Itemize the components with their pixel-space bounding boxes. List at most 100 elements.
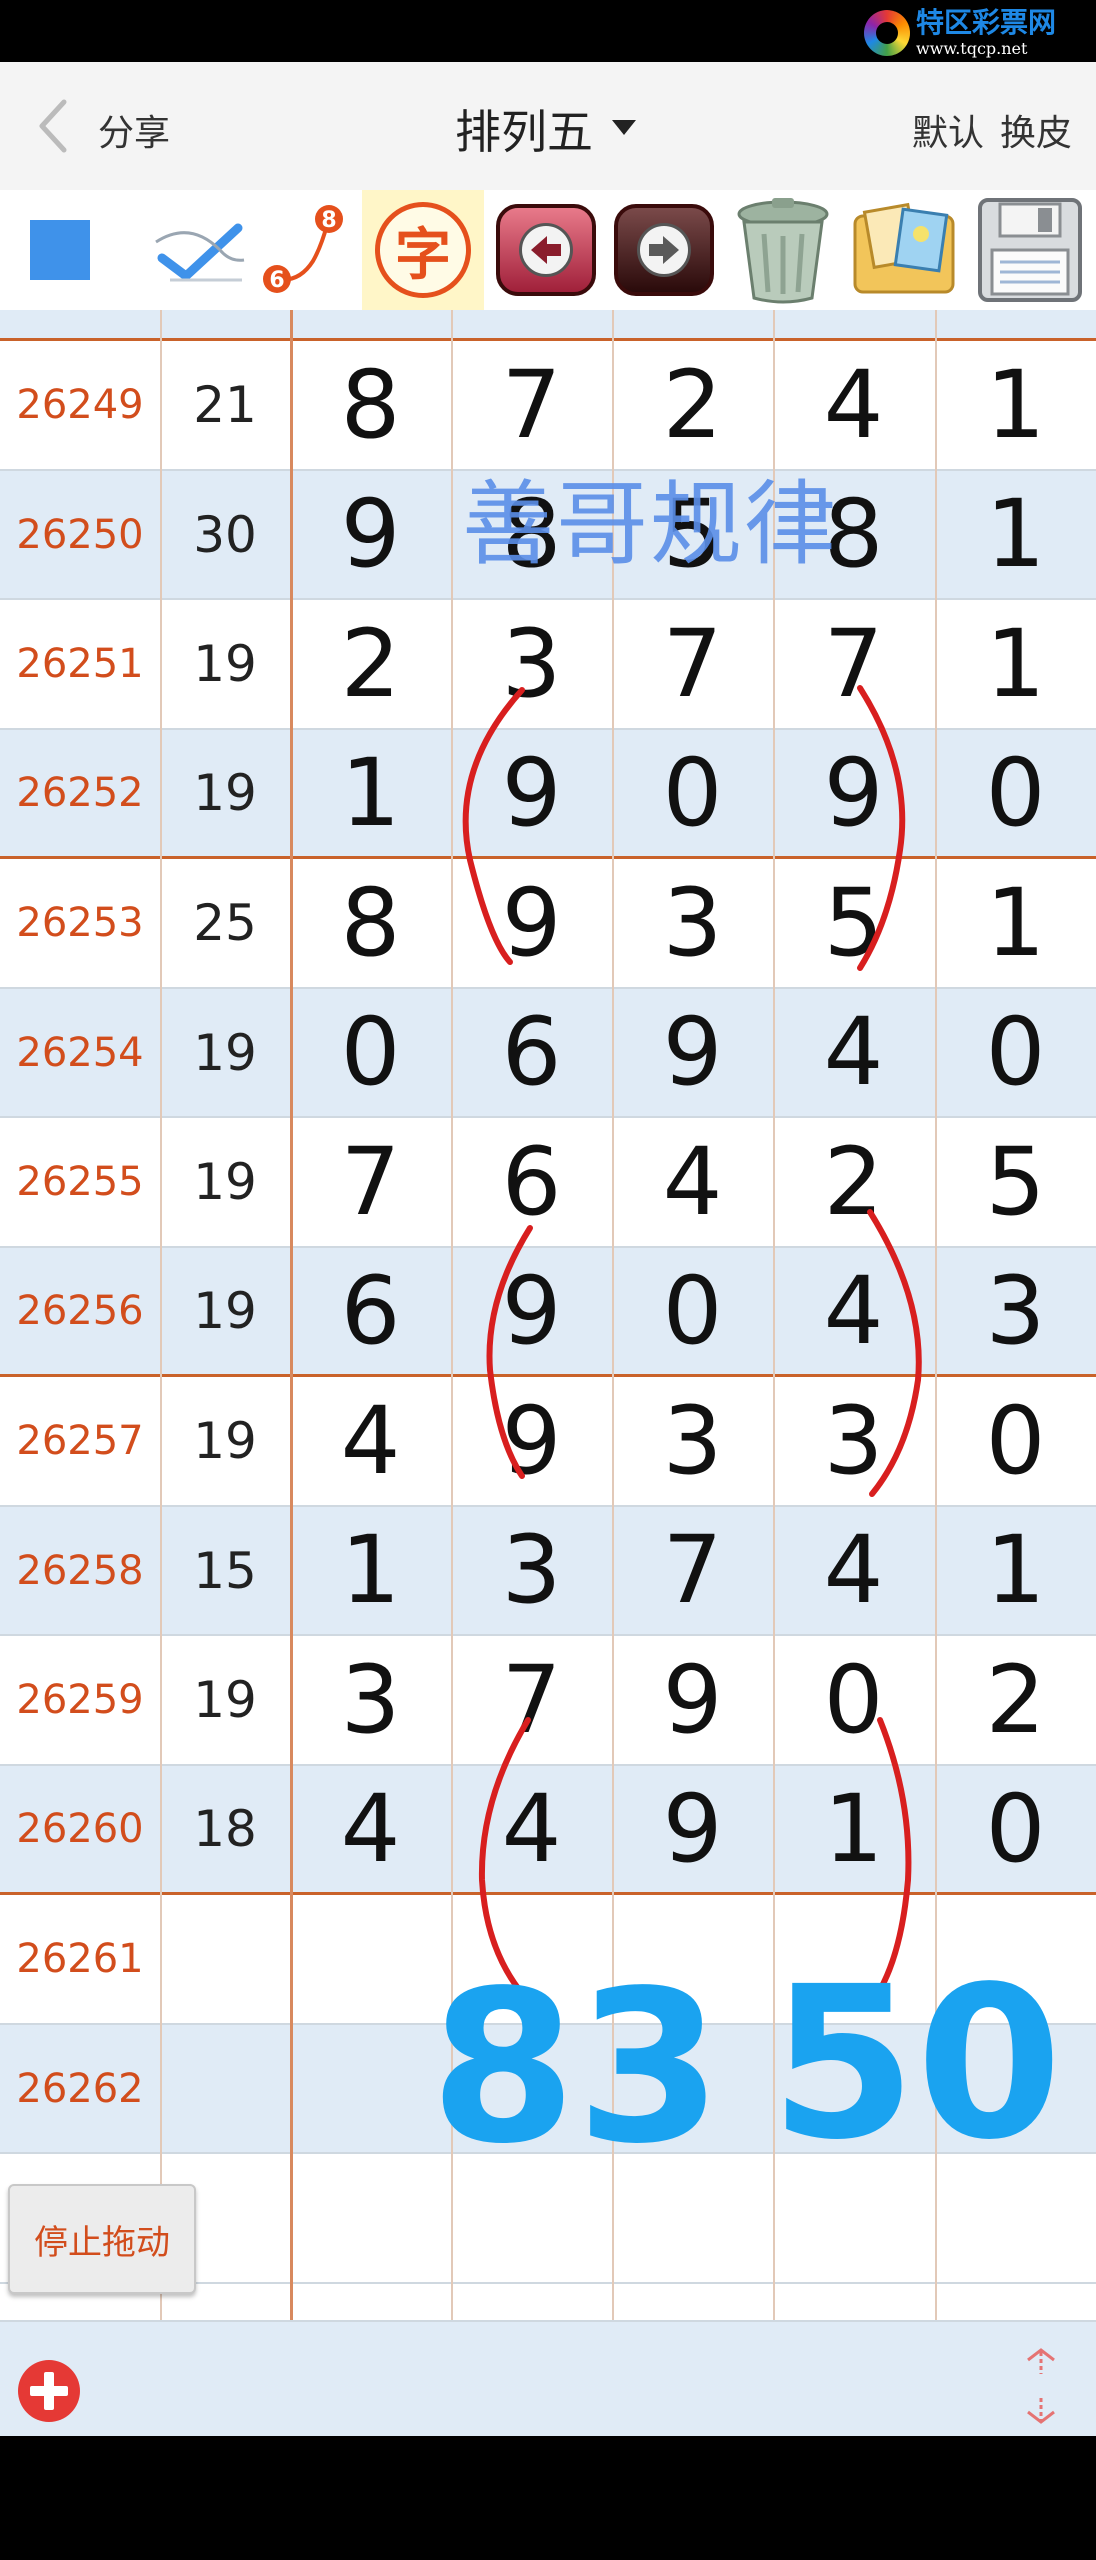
stop-drag-button[interactable]: 停止拖动: [8, 2184, 196, 2294]
text-tool[interactable]: 字: [362, 190, 484, 310]
digit-cell-5[interactable]: 3: [935, 1248, 1096, 1374]
table-row[interactable]: 26253 25 8 9 3 5 1: [0, 860, 1096, 989]
table-row[interactable]: 26258 15 1 3 7 4 1: [0, 1507, 1096, 1636]
digit-cell-3[interactable]: 0: [612, 1248, 773, 1374]
digit-cell-1[interactable]: 6: [290, 1248, 451, 1374]
curve-tool[interactable]: 6 8: [250, 190, 360, 310]
digit-cell-1[interactable]: 1: [290, 1507, 451, 1634]
digit-cell-4[interactable]: 4: [773, 989, 934, 1116]
redo-button[interactable]: [610, 190, 718, 310]
digit-cell-2[interactable]: 6: [451, 989, 612, 1116]
digit-cell-3[interactable]: 3: [612, 860, 773, 987]
digit-cell-3[interactable]: 4: [612, 1119, 773, 1246]
digit-cell-4[interactable]: 8: [773, 471, 934, 598]
lottery-history-grid[interactable]: 2624811126222624921872412625030985812625…: [0, 310, 1096, 2320]
digit-cell-2[interactable]: 7: [451, 1637, 612, 1764]
digit-cell-4[interactable]: 4: [773, 1248, 934, 1374]
digit-cell-4[interactable]: [773, 2155, 934, 2282]
table-row[interactable]: 26259 19 3 7 9 0 2: [0, 1637, 1096, 1766]
digit-cell-1[interactable]: 8: [290, 860, 451, 987]
digit-cell-3[interactable]: 9: [612, 1766, 773, 1892]
table-row[interactable]: 26254 19 0 6 9 4 0: [0, 989, 1096, 1118]
title-dropdown-caret-icon[interactable]: [612, 120, 636, 135]
digit-cell-1[interactable]: 1: [290, 730, 451, 856]
photos-button[interactable]: [846, 190, 962, 310]
table-row[interactable]: 26251 19 2 3 7 7 1: [0, 601, 1096, 730]
digit-cell-2[interactable]: 2: [451, 310, 612, 338]
digit-cell-4[interactable]: 2: [773, 310, 934, 338]
default-button[interactable]: 默认: [912, 104, 984, 156]
table-row[interactable]: 26257 19 4 9 3 3 0: [0, 1378, 1096, 1507]
share-button[interactable]: 分享: [98, 104, 170, 156]
digit-cell-3[interactable]: 6: [612, 310, 773, 338]
table-row[interactable]: 262481112622: [0, 310, 1096, 341]
digit-cell-4[interactable]: 2: [773, 1119, 934, 1246]
color-square-tool[interactable]: [0, 190, 120, 310]
digit-cell-3[interactable]: [612, 2155, 773, 2282]
digit-cell-2[interactable]: 3: [451, 1507, 612, 1634]
digit-cell-2[interactable]: [451, 2025, 612, 2152]
digit-cell-5[interactable]: 1: [935, 471, 1096, 598]
digit-cell-2[interactable]: 4: [451, 1766, 612, 1892]
digit-cell-4[interactable]: 0: [773, 1637, 934, 1764]
table-row[interactable]: 26252 19 1 9 0 9 0: [0, 730, 1096, 859]
digit-cell-1[interactable]: 7: [290, 1119, 451, 1246]
digit-cell-1[interactable]: [290, 2025, 451, 2152]
digit-cell-3[interactable]: 3: [612, 1378, 773, 1505]
digit-cell-5[interactable]: 1: [935, 860, 1096, 987]
digit-cell-5[interactable]: [935, 1896, 1096, 2023]
digit-cell-5[interactable]: 2: [935, 310, 1096, 338]
trash-button[interactable]: [725, 190, 841, 310]
digit-cell-4[interactable]: 5: [773, 860, 934, 987]
digit-cell-1[interactable]: 2: [290, 601, 451, 728]
digit-cell-5[interactable]: 1: [935, 1507, 1096, 1634]
digit-cell-3[interactable]: 7: [612, 601, 773, 728]
digit-cell-1[interactable]: 8: [290, 342, 451, 469]
digit-cell-4[interactable]: 4: [773, 342, 934, 469]
digit-cell-3[interactable]: 5: [612, 471, 773, 598]
digit-cell-1[interactable]: [290, 1896, 451, 2023]
digit-cell-5[interactable]: [935, 2155, 1096, 2282]
digit-cell-3[interactable]: 9: [612, 989, 773, 1116]
digit-cell-5[interactable]: 0: [935, 989, 1096, 1116]
resize-arrows-icon[interactable]: [1018, 2346, 1064, 2426]
digit-cell-1[interactable]: [290, 2155, 451, 2282]
digit-cell-2[interactable]: 9: [451, 1248, 612, 1374]
digit-cell-3[interactable]: 9: [612, 1637, 773, 1764]
change-skin-button[interactable]: 换皮: [1000, 104, 1072, 156]
table-row[interactable]: 26260 18 4 4 9 1 0: [0, 1766, 1096, 1895]
digit-cell-1[interactable]: 1: [290, 310, 451, 338]
digit-cell-4[interactable]: 3: [773, 1378, 934, 1505]
digit-cell-3[interactable]: [612, 2025, 773, 2152]
digit-cell-3[interactable]: 7: [612, 1507, 773, 1634]
digit-cell-2[interactable]: 3: [451, 601, 612, 728]
digit-cell-2[interactable]: [451, 1896, 612, 2023]
digit-cell-4[interactable]: 7: [773, 601, 934, 728]
table-row[interactable]: 26255 19 7 6 4 2 5: [0, 1119, 1096, 1248]
digit-cell-2[interactable]: 6: [451, 1119, 612, 1246]
add-button[interactable]: [18, 2360, 80, 2422]
digit-cell-4[interactable]: 9: [773, 730, 934, 856]
table-row[interactable]: 26261: [0, 1896, 1096, 2025]
digit-cell-5[interactable]: 2: [935, 1637, 1096, 1764]
digit-cell-2[interactable]: 9: [451, 860, 612, 987]
digit-cell-5[interactable]: 1: [935, 342, 1096, 469]
back-chevron-icon[interactable]: [34, 98, 74, 154]
page-title[interactable]: 排列五: [455, 96, 593, 162]
undo-button[interactable]: [492, 190, 600, 310]
digit-cell-1[interactable]: 0: [290, 989, 451, 1116]
digit-cell-2[interactable]: 9: [451, 1378, 612, 1505]
digit-cell-1[interactable]: 4: [290, 1378, 451, 1505]
digit-cell-1[interactable]: 4: [290, 1766, 451, 1892]
table-row[interactable]: 26256 19 6 9 0 4 3: [0, 1248, 1096, 1377]
digit-cell-1[interactable]: 9: [290, 471, 451, 598]
digit-cell-2[interactable]: [451, 2155, 612, 2282]
digit-cell-3[interactable]: [612, 1896, 773, 2023]
digit-cell-2[interactable]: 8: [451, 471, 612, 598]
table-row[interactable]: 26249 21 8 7 2 4 1: [0, 342, 1096, 471]
digit-cell-4[interactable]: [773, 1896, 934, 2023]
digit-cell-2[interactable]: 9: [451, 730, 612, 856]
digit-cell-1[interactable]: 3: [290, 1637, 451, 1764]
digit-cell-3[interactable]: 0: [612, 730, 773, 856]
digit-cell-5[interactable]: 0: [935, 1378, 1096, 1505]
